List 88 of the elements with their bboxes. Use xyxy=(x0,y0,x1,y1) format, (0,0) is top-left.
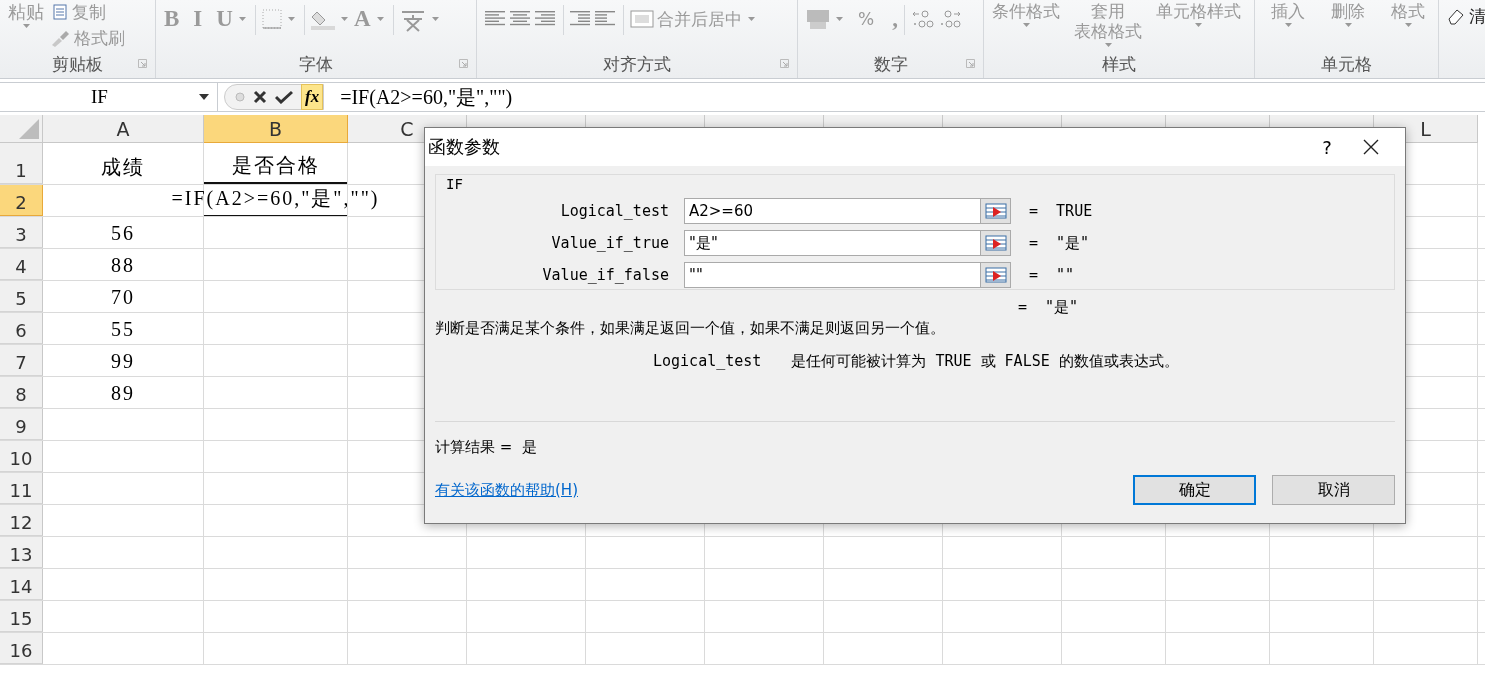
argument-description: 是任何可能被计算为 TRUE 或 FALSE 的数值或表达式。 xyxy=(791,352,1179,371)
increase-indent-icon[interactable] xyxy=(595,10,617,28)
column-header[interactable]: A xyxy=(43,115,204,143)
align-right-icon[interactable] xyxy=(535,10,557,28)
argument-name: Logical_test xyxy=(653,352,762,371)
caret-icon[interactable] xyxy=(376,17,384,21)
launcher-icon[interactable] xyxy=(966,59,975,68)
row-header[interactable]: 12 xyxy=(0,505,43,536)
clear-button[interactable]: 清 xyxy=(1469,5,1485,27)
close-icon[interactable] xyxy=(1363,139,1379,155)
row-header[interactable]: 7 xyxy=(0,345,43,376)
group-label: 单元格 xyxy=(1321,52,1372,76)
formula-field[interactable]: =IF(A2>=60,"是","") xyxy=(324,83,513,111)
row-header[interactable]: 11 xyxy=(0,473,43,504)
row-header[interactable]: 3 xyxy=(0,217,43,248)
decrease-indent-icon[interactable] xyxy=(570,10,592,28)
collapse-dialog-button[interactable] xyxy=(981,198,1011,224)
column-header[interactable]: B xyxy=(204,115,348,143)
name-box[interactable]: IF xyxy=(0,83,218,111)
row-header[interactable]: 6 xyxy=(0,313,43,344)
row-header[interactable]: 9 xyxy=(0,409,43,440)
help-button[interactable]: ? xyxy=(1297,135,1357,159)
collapse-dialog-button[interactable] xyxy=(981,262,1011,288)
argument-result: = "是" xyxy=(1029,233,1090,253)
row-header[interactable]: 4 xyxy=(0,249,43,280)
argument-label: Value_if_false xyxy=(541,266,669,284)
launcher-icon[interactable] xyxy=(459,59,468,68)
caret-icon[interactable] xyxy=(238,17,246,21)
caret-icon[interactable] xyxy=(836,17,843,21)
argument-field[interactable]: A2>=60 xyxy=(684,198,981,224)
table-cell-text: 56 xyxy=(111,222,135,246)
group-label: 数字 xyxy=(873,52,908,76)
launcher-icon[interactable] xyxy=(780,59,789,68)
argument-result: = TRUE xyxy=(1029,202,1093,220)
border-icon[interactable] xyxy=(261,9,282,29)
argument-field[interactable]: "" xyxy=(684,262,981,288)
row-header[interactable]: 10 xyxy=(0,441,43,472)
row-header[interactable]: 14 xyxy=(0,569,43,600)
row-header[interactable]: 5 xyxy=(0,281,43,312)
formula-result: = "是" xyxy=(1018,298,1080,317)
row-header[interactable]: 15 xyxy=(0,601,43,632)
row-header[interactable]: 8 xyxy=(0,377,43,408)
align-left-icon[interactable] xyxy=(485,10,507,28)
group-label: 剪贴板 xyxy=(52,52,103,76)
argument-result: = "" xyxy=(1029,266,1075,284)
insert-function-button[interactable]: fx xyxy=(301,84,324,110)
ok-button[interactable]: 确定 xyxy=(1133,475,1256,505)
row-header[interactable]: 2 xyxy=(0,185,43,216)
check-icon[interactable] xyxy=(275,90,293,104)
group-label: 样式 xyxy=(1102,52,1136,76)
table-cell-text: =IF(A2>=60,"是","") xyxy=(171,186,380,212)
help-link[interactable]: 有关该函数的帮助(H) xyxy=(435,480,1117,500)
table-cell-text: 70 xyxy=(111,286,135,310)
merge-cells-icon[interactable] xyxy=(630,10,654,28)
table-cell-text: 99 xyxy=(111,350,135,374)
row-header[interactable]: 1 xyxy=(0,143,43,184)
align-center-icon[interactable] xyxy=(510,10,532,28)
function-name: IF xyxy=(446,176,463,192)
brush-icon[interactable] xyxy=(50,29,70,47)
caret-icon[interactable] xyxy=(340,17,348,21)
caret-icon[interactable] xyxy=(748,17,755,21)
table-cell-text: 88 xyxy=(111,254,135,278)
table-cell-text: 是否合格 xyxy=(231,153,320,178)
caret-icon[interactable] xyxy=(22,24,30,28)
row-header[interactable]: 16 xyxy=(0,633,43,664)
group-label: 字体 xyxy=(299,52,333,76)
argument-label: Value_if_true xyxy=(550,234,669,252)
function-description: 判断是否满足某个条件，如果满足返回一个值，如果不满足则返回另一个值。 xyxy=(435,319,946,338)
table-cell-text: 成绩 xyxy=(101,155,145,180)
increase-decimal-icon[interactable] xyxy=(910,9,935,29)
launcher-icon[interactable] xyxy=(138,59,147,68)
copy-icon[interactable] xyxy=(50,4,68,20)
table-cell-text: 89 xyxy=(111,382,135,406)
calculation-result: 计算结果 = 是 xyxy=(435,438,538,457)
eraser-icon[interactable] xyxy=(1447,7,1465,25)
cancel-button[interactable]: 取消 xyxy=(1272,475,1395,505)
collapse-dialog-button[interactable] xyxy=(981,230,1011,256)
group-label: 对齐方式 xyxy=(603,52,671,76)
row-header[interactable]: 13 xyxy=(0,537,43,568)
accounting-format-icon[interactable] xyxy=(806,8,830,30)
select-all-icon[interactable] xyxy=(19,119,39,139)
close-icon[interactable] xyxy=(253,90,267,104)
argument-field[interactable]: "是" xyxy=(684,230,981,256)
caret-icon[interactable] xyxy=(431,17,439,21)
table-cell-text: 55 xyxy=(111,318,135,342)
grip-icon xyxy=(235,92,245,102)
caret-icon[interactable] xyxy=(287,17,295,21)
argument-label: Logical_test xyxy=(559,202,669,220)
